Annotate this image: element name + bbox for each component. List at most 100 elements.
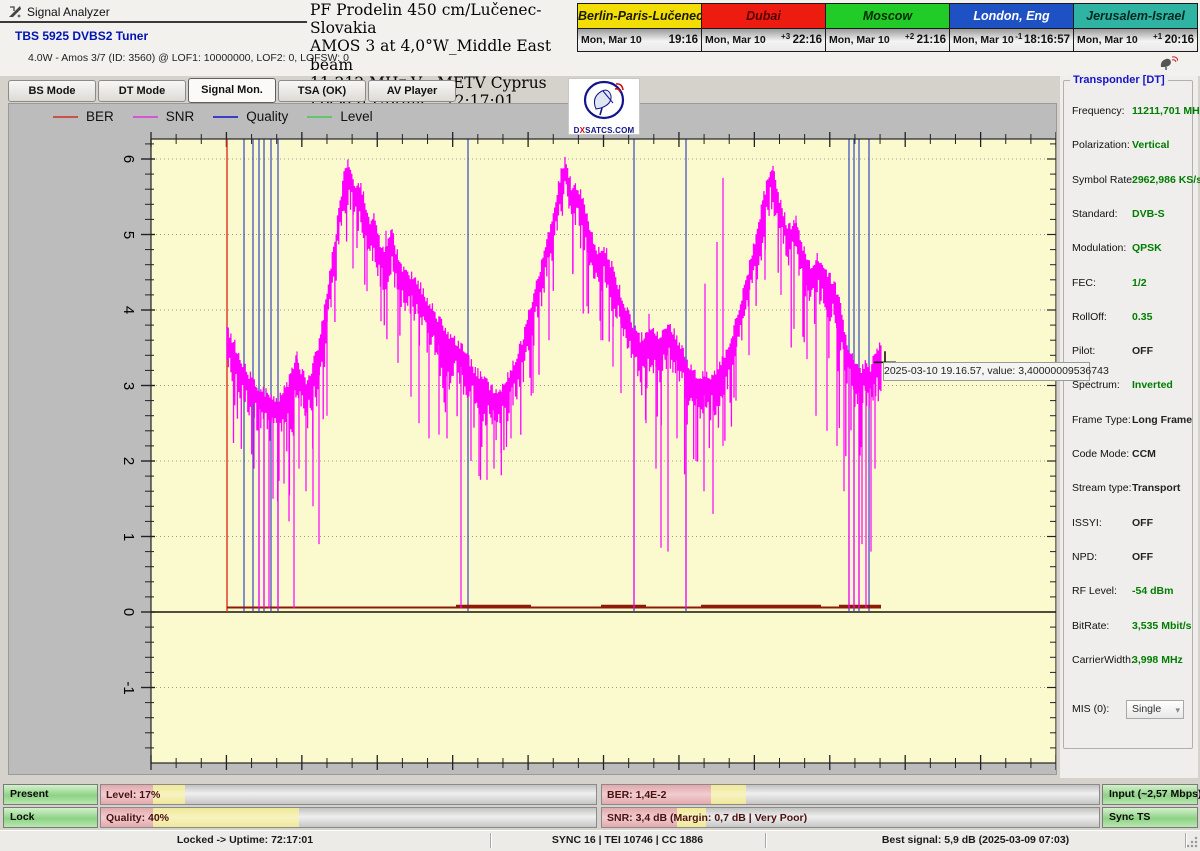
badge-sync-ts: Sync TS	[1102, 807, 1198, 828]
field-row-standard: Standard: DVB-S	[1064, 208, 1192, 228]
clock-time: 18:16:57	[1024, 34, 1070, 46]
y-axis-label: 5	[121, 223, 137, 247]
tab-av-player[interactable]: AV Player	[368, 80, 456, 102]
signal-chart[interactable]	[9, 104, 1056, 774]
field-value: Transport	[1132, 482, 1180, 494]
statusbar-divider	[765, 833, 766, 848]
field-value: Long Frame	[1132, 414, 1192, 426]
field-value: 2962,986 KS/s	[1132, 174, 1200, 186]
gauge-fill-yellow-zone	[711, 785, 746, 804]
clock-london-eng: London, EngMon, Mar 10-118:16:57	[949, 3, 1074, 52]
field-label: Standard:	[1072, 208, 1118, 220]
y-axis-label: 1	[121, 525, 137, 549]
top-strip: Signal Analyzer TBS 5925 DVBS2 Tuner 4.0…	[0, 0, 1200, 76]
clock-time-row: Mon, Mar 10 19:16	[578, 29, 701, 51]
field-value: DVB-S	[1132, 208, 1165, 220]
badge-lock: Lock	[3, 807, 98, 828]
field-row-fec: FEC: 1/2	[1064, 277, 1192, 297]
field-row-spectrum: Spectrum:Inverted	[1064, 379, 1192, 399]
clock-name: London, Eng	[950, 4, 1073, 29]
field-label: NPD:	[1072, 551, 1097, 563]
caption-line-1: PF Prodelin 450 cm/Lučenec-Slovakia	[310, 1, 580, 37]
gauge-fill-yellow-zone	[153, 808, 299, 827]
field-label: RollOff:	[1072, 311, 1107, 323]
y-axis-label: 0	[121, 600, 137, 624]
field-row-frame-type: Frame Type:Long Frame	[1064, 414, 1192, 434]
y-axis-label: 3	[121, 374, 137, 398]
field-label: FEC:	[1072, 277, 1096, 289]
badge-input-2-57-mbps: Input (~2,57 Mbps)	[1102, 784, 1198, 805]
gauge-ber: BER: 1,4E-2	[601, 784, 1100, 805]
y-axis-label: 6	[121, 147, 137, 171]
field-row-npd: NPD:OFF	[1064, 551, 1192, 571]
gauge-snr: SNR: 3,4 dB (Margin: 0,7 dB | Very Poor)	[601, 807, 1100, 828]
field-label: Frequency:	[1072, 105, 1125, 117]
field-row-symbol-rate: Symbol Rate:2962,986 KS/s	[1064, 174, 1192, 194]
field-value: 1/2	[1132, 277, 1147, 289]
transponder-panel: Transponder [DT] Frequency:11211,701 MHz…	[1063, 80, 1193, 749]
clock-date: Mon, Mar 10	[581, 34, 655, 46]
field-value: OFF	[1132, 345, 1153, 357]
statusbar-section-1: SYNC 16 | TEI 10746 | CC 1886	[492, 832, 763, 849]
field-label: Modulation:	[1072, 242, 1126, 254]
clock-date: Mon, Mar 10	[953, 34, 1014, 46]
tab-bs-mode[interactable]: BS Mode	[8, 80, 96, 102]
transponder-panel-title: Transponder [DT]	[1070, 74, 1168, 86]
caption-line-2: AMOS 3 at 4,0°W_Middle East beam	[310, 37, 580, 73]
clock-name: Berlin-Paris-Lučenec	[578, 4, 701, 29]
clock-date: Mon, Mar 10	[705, 34, 779, 46]
gauge-quality: Quality: 40%	[100, 807, 597, 828]
window-title: Signal Analyzer	[27, 5, 110, 19]
field-label: Code Mode:	[1072, 448, 1129, 460]
clock-time: 19:16	[669, 34, 698, 46]
tab-signal-mon[interactable]: Signal Mon.	[188, 78, 276, 103]
field-label: ISSYI:	[1072, 517, 1102, 529]
field-row-mis: MIS (0): Single▾	[1064, 703, 1192, 723]
titlebar-underline	[0, 21, 307, 23]
resize-grip[interactable]	[1186, 836, 1198, 848]
field-value: 3,998 MHz	[1132, 654, 1183, 666]
field-row-rf-level: RF Level:-54 dBm	[1064, 585, 1192, 605]
tab-tsa-ok[interactable]: TSA (OK)	[278, 80, 366, 102]
field-row-issyi: ISSYI:OFF	[1064, 517, 1192, 537]
clock-date: Mon, Mar 10	[1077, 34, 1151, 46]
statusbar-section-0: Locked -> Uptime: 72:17:01	[2, 832, 488, 849]
clock-time-row: Mon, Mar 10+120:16	[1074, 29, 1197, 51]
dxsatcs-logo: DXSATCS.COM	[568, 78, 640, 135]
field-value: Vertical	[1132, 139, 1169, 151]
mode-tabs: BS ModeDT ModeSignal Mon.TSA (OK)AV Play…	[8, 80, 458, 105]
field-value: 3,535 Mbit/s	[1132, 620, 1192, 632]
clock-moscow: MoscowMon, Mar 10+221:16	[825, 3, 950, 52]
field-label: Pilot:	[1072, 345, 1095, 357]
clock-utc-offset: +3	[779, 32, 793, 41]
mis-select[interactable]: Single▾	[1126, 700, 1184, 719]
clock-berlin-paris-lu-enec: Berlin-Paris-Lučenec Mon, Mar 10 19:16	[577, 3, 702, 52]
field-label: Frame Type:	[1072, 414, 1131, 426]
statusbar-divider	[490, 833, 491, 848]
dxsatcs-logo-graphic	[569, 79, 639, 121]
field-value: CCM	[1132, 448, 1156, 460]
field-row-bitrate: BitRate: 3,535 Mbit/s	[1064, 620, 1192, 640]
clock-time: 21:16	[917, 34, 946, 46]
tab-dt-mode[interactable]: DT Mode	[98, 80, 186, 102]
satellite-dish-icon	[1158, 55, 1178, 75]
clock-date: Mon, Mar 10	[829, 34, 903, 46]
field-label: Symbol Rate:	[1072, 174, 1135, 186]
clock-name: Moscow	[826, 4, 949, 29]
field-row-frequency: Frequency:11211,701 MHz	[1064, 105, 1192, 125]
right-column: Transponder [DT] Frequency:11211,701 MHz…	[1060, 76, 1198, 778]
gauge-label: BER: 1,4E-2	[607, 785, 667, 805]
chart-tooltip: 2025-03-10 19.16.57, value: 3,4000000953…	[883, 362, 1090, 381]
field-row-rolloff: RollOff:0.35	[1064, 311, 1192, 331]
field-value: Inverted	[1132, 379, 1173, 391]
field-value: -54 dBm	[1132, 585, 1173, 597]
world-clocks: Berlin-Paris-LučenecMon, Mar 1019:16Duba…	[578, 3, 1198, 52]
statusbar-section-2: Best signal: 5,9 dB (2025-03-09 07:03)	[767, 832, 1184, 849]
clock-jerusalem-israel: Jerusalem-IsraelMon, Mar 10+120:16	[1073, 3, 1198, 52]
field-label: MIS (0):	[1072, 703, 1109, 715]
field-label: BitRate:	[1072, 620, 1109, 632]
clock-time-row: Mon, Mar 10-118:16:57	[950, 29, 1073, 51]
clock-utc-offset: -1	[1014, 32, 1024, 41]
field-label: CarrierWidth:	[1072, 654, 1134, 666]
field-value: 11211,701 MHz	[1132, 105, 1200, 117]
